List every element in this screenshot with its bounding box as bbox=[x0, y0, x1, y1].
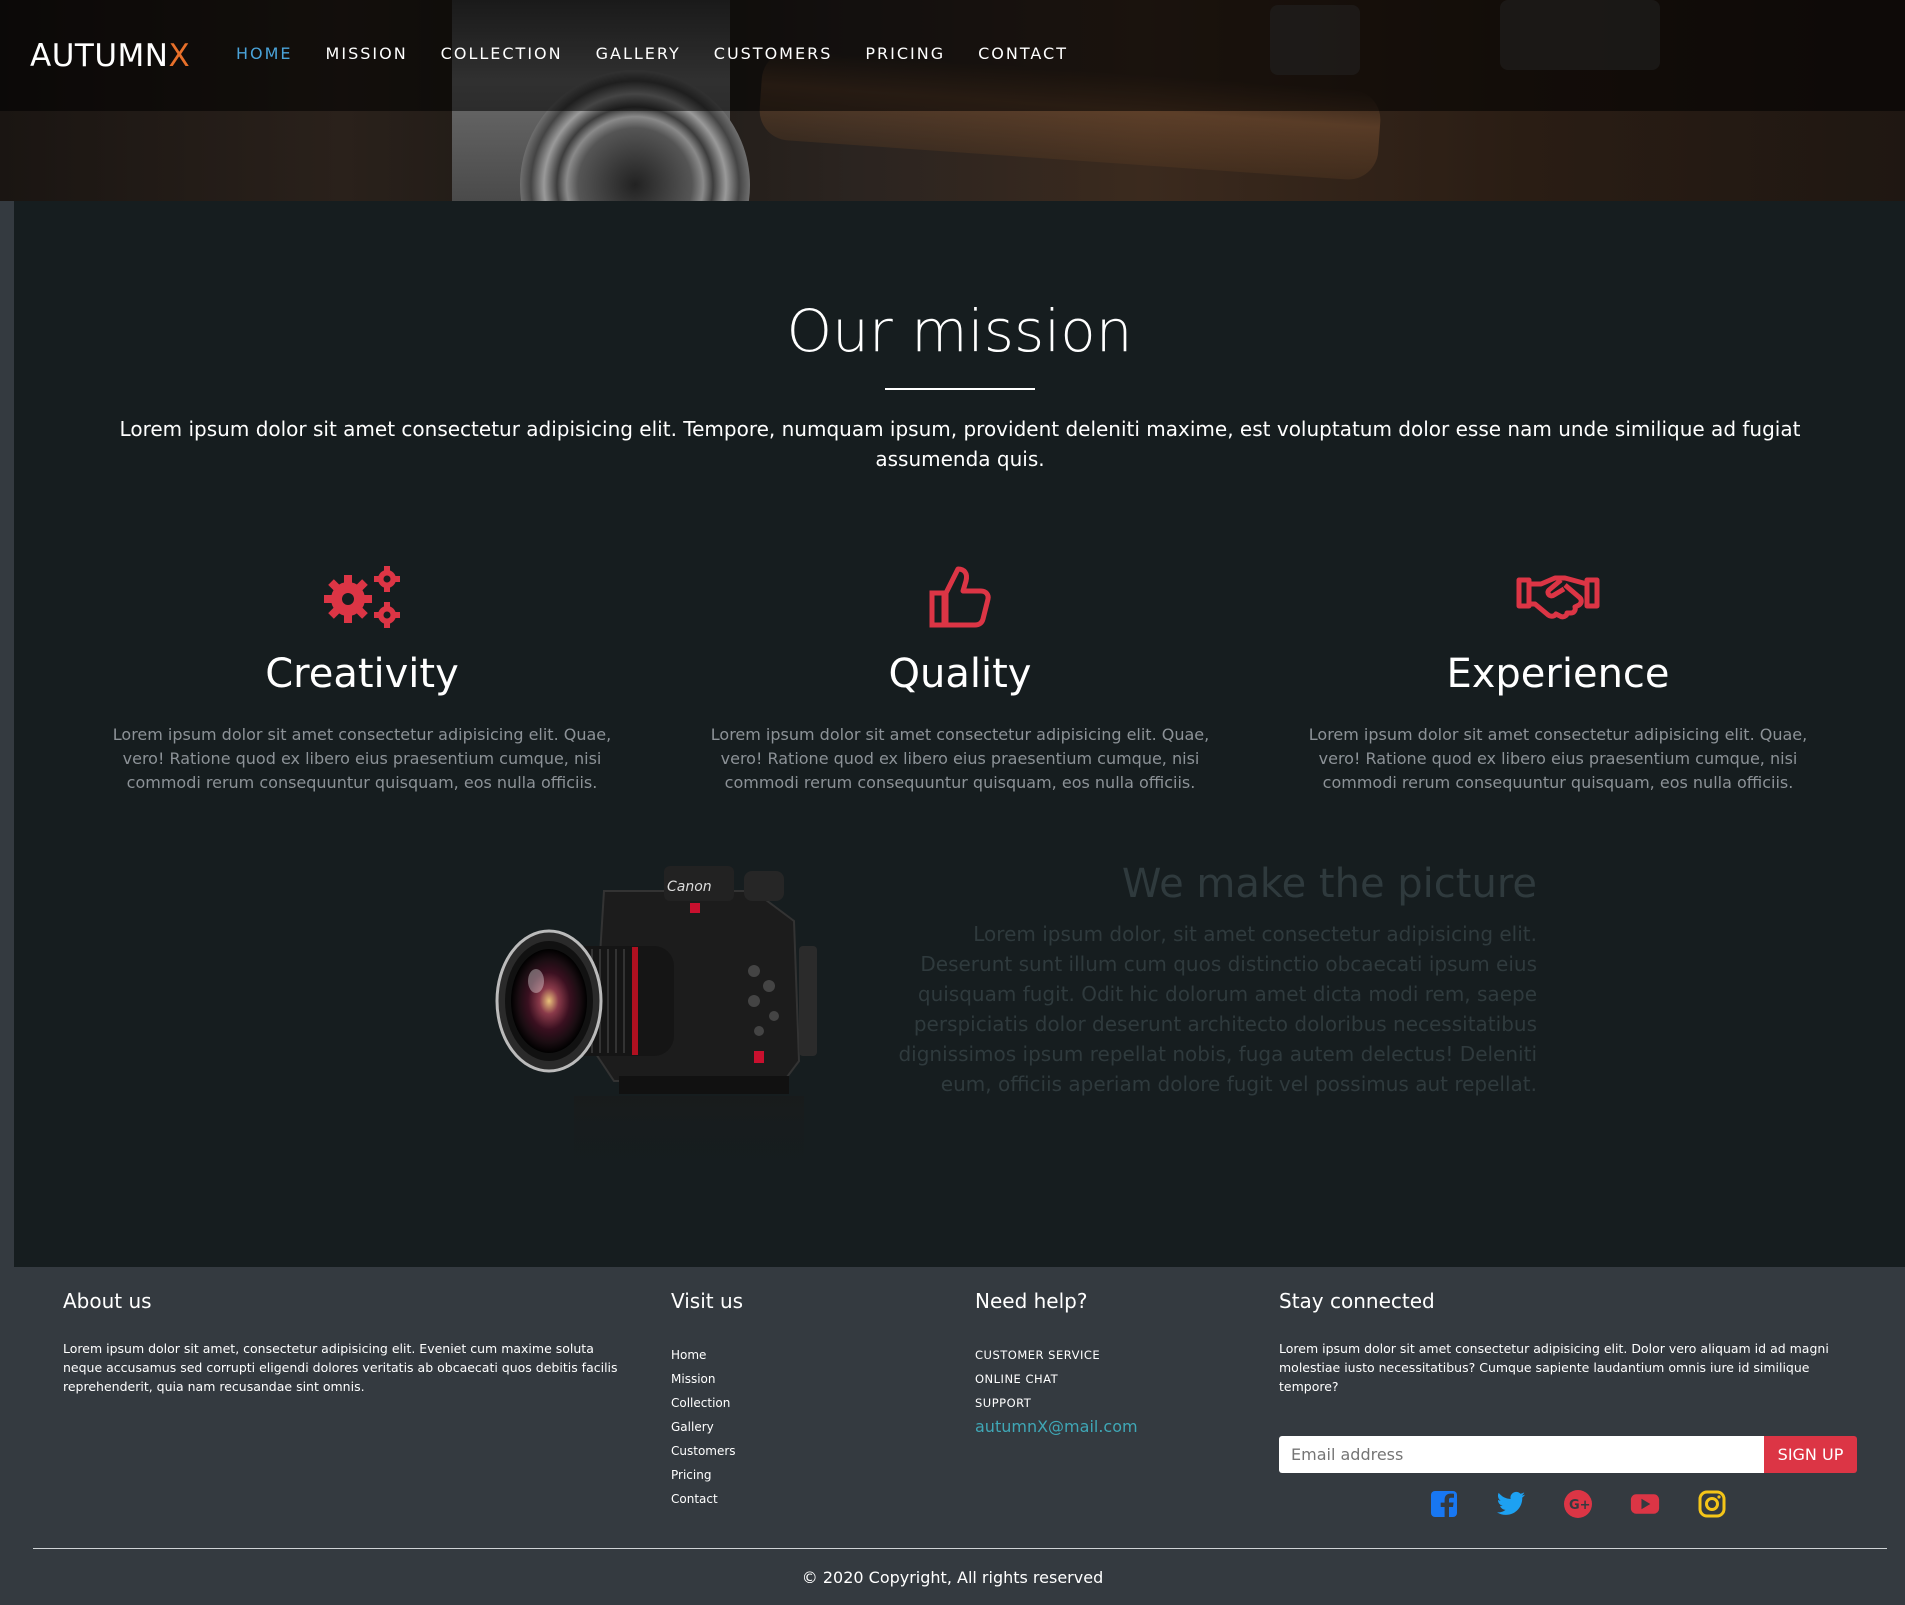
feature-experience: Experience Lorem ipsum dolor sit amet co… bbox=[1278, 561, 1838, 795]
feature-title: Quality bbox=[888, 651, 1032, 697]
top-navbar: AUTUMNX HOME MISSION COLLECTION GALLERY … bbox=[0, 0, 1905, 111]
site-footer: About us Lorem ipsum dolor sit amet, con… bbox=[0, 1267, 1905, 1605]
help-link-support[interactable]: SUPPORT bbox=[975, 1391, 1138, 1415]
title-divider bbox=[885, 388, 1035, 390]
picture-text: Lorem ipsum dolor, sit amet consectetur … bbox=[898, 922, 1537, 1096]
feature-title: Creativity bbox=[265, 651, 459, 697]
nav-gallery[interactable]: GALLERY bbox=[596, 44, 681, 63]
newsletter-form: SIGN UP bbox=[1279, 1436, 1857, 1473]
help-link-customer-service[interactable]: CUSTOMER SERVICE bbox=[975, 1343, 1138, 1367]
main-nav: HOME MISSION COLLECTION GALLERY CUSTOMER… bbox=[236, 44, 1068, 63]
help-link-online-chat[interactable]: ONLINE CHAT bbox=[975, 1367, 1138, 1391]
camera-image: Canon bbox=[454, 851, 834, 1191]
footer-link-contact[interactable]: Contact bbox=[671, 1487, 743, 1511]
nav-home[interactable]: HOME bbox=[236, 44, 293, 63]
feature-text: Lorem ipsum dolor sit amet consectetur a… bbox=[112, 725, 612, 792]
footer-heading: About us bbox=[63, 1289, 152, 1313]
footer-link-mission[interactable]: Mission bbox=[671, 1367, 743, 1391]
nav-pricing[interactable]: PRICING bbox=[865, 44, 945, 63]
mission-section: Our mission Lorem ipsum dolor sit amet c… bbox=[14, 201, 1905, 1267]
gears-icon bbox=[82, 561, 642, 631]
help-email-link[interactable]: autumnX@mail.com bbox=[975, 1417, 1138, 1436]
footer-heading: Stay connected bbox=[1279, 1289, 1435, 1313]
email-input[interactable] bbox=[1279, 1436, 1764, 1473]
feature-text: Lorem ipsum dolor sit amet consectetur a… bbox=[710, 725, 1210, 792]
footer-visit: Visit us Home Mission Collection Gallery… bbox=[671, 1289, 743, 1511]
nav-customers[interactable]: CUSTOMERS bbox=[714, 44, 833, 63]
feature-text: Lorem ipsum dolor sit amet consectetur a… bbox=[1308, 725, 1808, 792]
handshake-icon bbox=[1278, 561, 1838, 631]
feature-quality: Quality Lorem ipsum dolor sit amet conse… bbox=[680, 561, 1240, 795]
about-text: Lorem ipsum dolor sit amet, consectetur … bbox=[63, 1341, 618, 1394]
footer-link-customers[interactable]: Customers bbox=[671, 1439, 743, 1463]
facebook-icon[interactable] bbox=[1429, 1489, 1459, 1519]
feature-creativity: Creativity Lorem ipsum dolor sit amet co… bbox=[82, 561, 642, 795]
footer-stay-connected: Stay connected Lorem ipsum dolor sit ame… bbox=[1279, 1289, 1859, 1539]
social-links: G+ bbox=[1429, 1489, 1727, 1519]
footer-link-pricing[interactable]: Pricing bbox=[671, 1463, 743, 1487]
brand-accent: X bbox=[168, 38, 191, 74]
footer-link-home[interactable]: Home bbox=[671, 1343, 743, 1367]
nav-mission[interactable]: MISSION bbox=[326, 44, 408, 63]
signup-button[interactable]: SIGN UP bbox=[1764, 1436, 1857, 1473]
brand-logo[interactable]: AUTUMNX bbox=[30, 38, 190, 74]
svg-text:Canon: Canon bbox=[667, 879, 712, 895]
footer-heading: Need help? bbox=[975, 1289, 1088, 1313]
nav-collection[interactable]: COLLECTION bbox=[441, 44, 563, 63]
mission-title: Our mission bbox=[786, 297, 1133, 365]
mission-intro: Lorem ipsum dolor sit amet consectetur a… bbox=[119, 417, 1801, 471]
brand-name: AUTUMN bbox=[30, 38, 169, 74]
footer-heading: Visit us bbox=[671, 1289, 744, 1313]
hero-banner: AUTUMNX HOME MISSION COLLECTION GALLERY … bbox=[0, 0, 1905, 201]
footer-divider bbox=[33, 1548, 1887, 1549]
footer-link-gallery[interactable]: Gallery bbox=[671, 1415, 743, 1439]
footer-about: About us Lorem ipsum dolor sit amet, con… bbox=[63, 1289, 633, 1396]
thumbs-up-icon bbox=[680, 561, 1240, 631]
svg-text:G+: G+ bbox=[1569, 1498, 1591, 1513]
footer-link-collection[interactable]: Collection bbox=[671, 1391, 743, 1415]
google-plus-icon[interactable]: G+ bbox=[1563, 1489, 1593, 1519]
stay-text: Lorem ipsum dolor sit amet consectetur a… bbox=[1279, 1341, 1829, 1394]
picture-text-block: We make the picture Lorem ipsum dolor, s… bbox=[897, 861, 1537, 1099]
picture-title: We make the picture bbox=[1121, 861, 1537, 907]
twitter-icon[interactable] bbox=[1496, 1489, 1526, 1519]
nav-contact[interactable]: CONTACT bbox=[978, 44, 1068, 63]
copyright-text: © 2020 Copyright, All rights reserved bbox=[801, 1568, 1104, 1587]
instagram-icon[interactable] bbox=[1697, 1489, 1727, 1519]
youtube-icon[interactable] bbox=[1630, 1489, 1660, 1519]
feature-title: Experience bbox=[1446, 651, 1670, 697]
footer-help: Need help? CUSTOMER SERVICE ONLINE CHAT … bbox=[975, 1289, 1138, 1436]
